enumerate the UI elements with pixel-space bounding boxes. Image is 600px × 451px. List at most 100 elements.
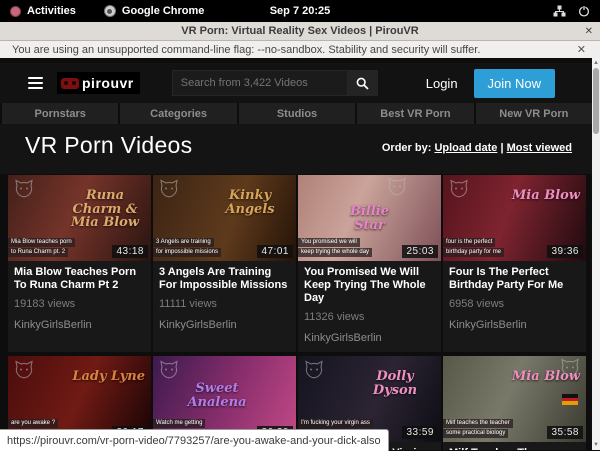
video-duration-badge: 43:18 xyxy=(112,245,148,258)
video-title-link[interactable]: Four Is The Perfect Birthday Party For M… xyxy=(449,266,580,292)
video-thumbnail[interactable]: Kinky Angels 3 Angels are trainingfor im… xyxy=(153,175,296,261)
thumbnail-model-name: Sweet Analena xyxy=(177,382,257,409)
video-card[interactable]: Billie Star You promised we willkeep try… xyxy=(298,175,441,352)
nav-item-studios[interactable]: Studios xyxy=(239,103,355,124)
clock[interactable]: Sep 7 20:25 xyxy=(0,5,600,17)
video-grid: Runa Charm & Mia Blow Mia Blow teaches p… xyxy=(8,175,586,450)
chrome-icon xyxy=(104,5,116,17)
order-most-viewed-link[interactable]: Most viewed xyxy=(507,142,572,154)
video-duration-badge: 47:01 xyxy=(257,245,293,258)
activities-button[interactable]: Activities xyxy=(10,5,76,17)
thumbnail-caption: You promised we willkeep trying the whol… xyxy=(298,237,398,257)
chrome-infobar: You are using an unsupported command-lin… xyxy=(0,41,600,59)
thumbnail-caption: Mia Blow teaches pornto Runa Charm pt. 2 xyxy=(8,237,108,257)
infobar-close-button[interactable]: ✕ xyxy=(577,43,586,56)
window-title: VR Porn: Virtual Reality Sex Videos | Pi… xyxy=(181,25,418,37)
thumbnail-caption: four is the perfectbirthday party for me xyxy=(443,237,543,257)
infobar-message: You are using an unsupported command-lin… xyxy=(12,44,480,56)
video-duration-badge: 25:03 xyxy=(402,245,438,258)
window-close-button[interactable]: ✕ xyxy=(585,26,593,37)
studio-cat-mask-icon xyxy=(14,179,34,199)
video-duration-badge: 39:36 xyxy=(547,245,583,258)
video-card[interactable]: Kinky Angels 3 Angels are trainingfor im… xyxy=(153,175,296,352)
join-now-button[interactable]: Join Now xyxy=(474,69,555,98)
video-thumbnail[interactable]: Runa Charm & Mia Blow Mia Blow teaches p… xyxy=(8,175,151,261)
video-info: Milf Teaches The Teacher Some Practical … xyxy=(443,442,586,450)
video-title-link[interactable]: 3 Angels Are Training For Impossible Mis… xyxy=(159,266,290,292)
window-title-bar: VR Porn: Virtual Reality Sex Videos | Pi… xyxy=(0,22,600,41)
thumbnail-model-name: Kinky Angels xyxy=(210,189,290,216)
order-by-label: Order by: xyxy=(382,142,432,154)
video-thumbnail[interactable]: Mia Blow Milf teaches the teachersome pr… xyxy=(443,356,586,442)
video-title-link[interactable]: You Promised We Will Keep Trying The Who… xyxy=(304,266,435,305)
search-bar xyxy=(172,70,378,96)
power-icon[interactable] xyxy=(578,5,590,17)
logo-text: pirouvr xyxy=(82,75,134,91)
page-viewport: pirouvr Login Join Now PornstarsCategori… xyxy=(0,58,592,450)
video-studio-link[interactable]: KinkyGirlsBerlin xyxy=(449,319,580,331)
order-upload-date-link[interactable]: Upload date xyxy=(434,142,497,154)
chrome-app-indicator[interactable]: Google Chrome xyxy=(104,5,205,17)
main-nav: PornstarsCategoriesStudiosBest VR PornNe… xyxy=(0,103,592,124)
video-duration-badge: 33:59 xyxy=(402,426,438,439)
studio-cat-mask-icon xyxy=(14,360,34,380)
activities-icon xyxy=(10,6,21,17)
studio-cat-mask-icon xyxy=(449,179,469,199)
thumbnail-model-name: Dolly Dyson xyxy=(355,370,435,397)
vr-goggles-icon xyxy=(61,78,79,89)
page-title: VR Porn Videos xyxy=(25,132,192,159)
thumbnail-caption: 3 Angels are trainingfor impossible miss… xyxy=(153,237,253,257)
network-icon[interactable] xyxy=(553,5,566,17)
nav-item-new-vr-porn[interactable]: New VR Porn xyxy=(476,103,592,124)
thumbnail-model-name: Lady Lyne xyxy=(72,370,145,384)
nav-item-best-vr-porn[interactable]: Best VR Porn xyxy=(357,103,473,124)
video-studio-link[interactable]: KinkyGirlsBerlin xyxy=(159,319,290,331)
search-icon xyxy=(356,77,369,90)
video-title-link[interactable]: Mia Blow Teaches Porn To Runa Charm Pt 2 xyxy=(14,266,145,292)
activities-label: Activities xyxy=(27,5,76,17)
status-bar-url: https://pirouvr.com/vr-porn-video/779325… xyxy=(0,429,389,451)
nav-item-categories[interactable]: Categories xyxy=(120,103,236,124)
login-link[interactable]: Login xyxy=(426,76,458,91)
scroll-up-arrow[interactable]: ▲ xyxy=(592,59,600,67)
video-views: 6958 views xyxy=(449,298,580,310)
studio-cat-mask-icon xyxy=(159,360,179,380)
chrome-app-label: Google Chrome xyxy=(122,5,205,17)
search-button[interactable] xyxy=(348,70,378,96)
studio-cat-mask-icon xyxy=(304,360,324,380)
video-info: 3 Angels Are Training For Impossible Mis… xyxy=(153,261,296,339)
video-card[interactable]: Runa Charm & Mia Blow Mia Blow teaches p… xyxy=(8,175,151,352)
video-views: 19183 views xyxy=(14,298,145,310)
german-flag-icon xyxy=(562,394,578,405)
order-by: Order by: Upload date | Most viewed xyxy=(382,142,572,154)
studio-cat-mask-icon xyxy=(387,177,407,197)
video-duration-badge: 35:58 xyxy=(547,426,583,439)
system-top-bar: Activities Google Chrome Sep 7 20:25 xyxy=(0,0,600,22)
video-info: Mia Blow Teaches Porn To Runa Charm Pt 2… xyxy=(8,261,151,339)
video-card[interactable]: Mia Blow four is the perfectbirthday par… xyxy=(443,175,586,352)
video-views: 11326 views xyxy=(304,311,435,323)
video-card[interactable]: Mia Blow Milf teaches the teachersome pr… xyxy=(443,356,586,450)
thumbnail-model-name: Billie Star xyxy=(334,205,406,232)
video-info: You Promised We Will Keep Trying The Who… xyxy=(298,261,441,352)
video-studio-link[interactable]: KinkyGirlsBerlin xyxy=(304,332,435,344)
site-header: pirouvr Login Join Now xyxy=(0,63,592,103)
search-input[interactable] xyxy=(172,70,348,96)
thumbnail-caption: Milf teaches the teachersome practical b… xyxy=(443,418,543,438)
menu-icon[interactable] xyxy=(28,77,43,90)
thumbnail-model-name: Mia Blow xyxy=(512,370,580,384)
scrollbar-thumb[interactable] xyxy=(593,68,599,134)
nav-item-pornstars[interactable]: Pornstars xyxy=(2,103,118,124)
thumbnail-model-name: Mia Blow xyxy=(512,189,580,203)
page-head: VR Porn Videos Order by: Upload date | M… xyxy=(0,124,592,174)
video-thumbnail[interactable]: Billie Star You promised we willkeep try… xyxy=(298,175,441,261)
thumbnail-model-name: Runa Charm & Mia Blow xyxy=(65,189,145,230)
video-thumbnail[interactable]: Mia Blow four is the perfectbirthday par… xyxy=(443,175,586,261)
video-views: 11111 views xyxy=(159,298,290,310)
scroll-down-arrow[interactable]: ▼ xyxy=(592,441,600,449)
site-logo[interactable]: pirouvr xyxy=(57,72,140,94)
video-info: Four Is The Perfect Birthday Party For M… xyxy=(443,261,586,339)
video-studio-link[interactable]: KinkyGirlsBerlin xyxy=(14,319,145,331)
studio-cat-mask-icon xyxy=(159,179,179,199)
page-scrollbar[interactable]: ▲ ▼ xyxy=(592,58,600,450)
